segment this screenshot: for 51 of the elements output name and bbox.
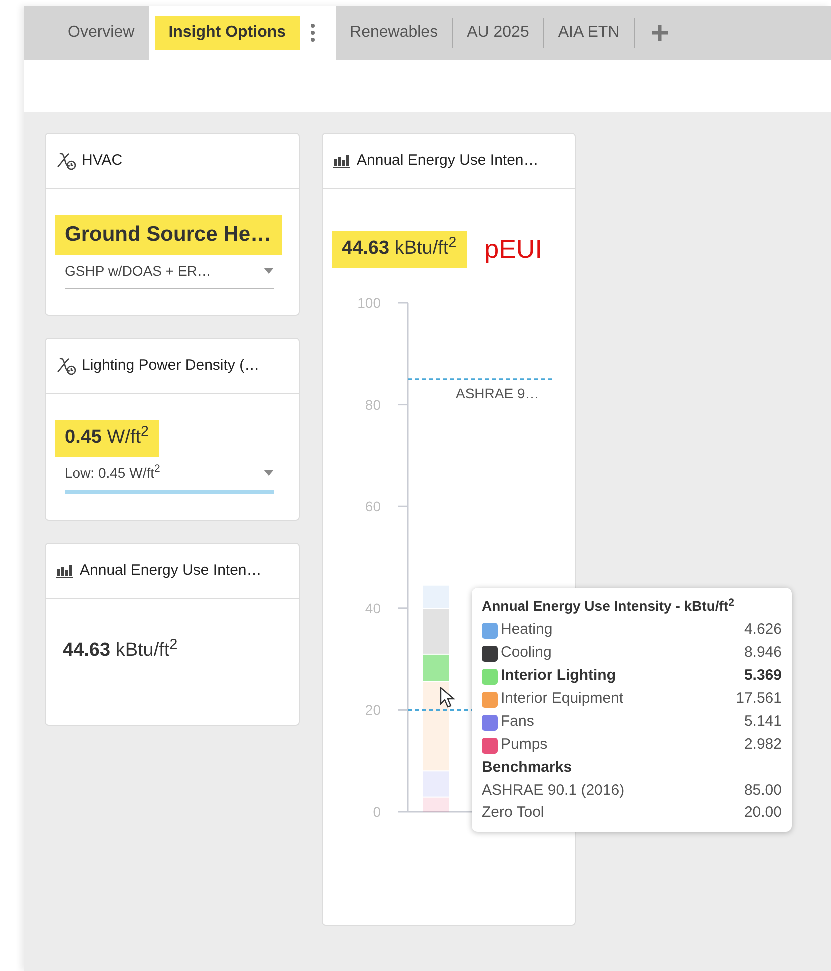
series-label: Heating [501, 620, 553, 640]
series-label: Interior Equipment [501, 689, 624, 710]
tab[interactable]: AIA ETN [544, 16, 634, 50]
tab[interactable]: Insight Options [154, 16, 300, 50]
formula-clock-icon [56, 356, 78, 376]
value-text: 0.45 W/ft$^{2}$ [55, 420, 159, 456]
add-tab-icon[interactable] [650, 24, 669, 42]
axis-tick-label: 20 [365, 702, 381, 718]
series-label: Cooling [501, 643, 552, 664]
axis-tick-label: 0 [373, 804, 381, 820]
card-title: Annual Energy Use Inten… [357, 150, 539, 171]
benchmark-name: Zero Tool [482, 803, 544, 823]
tooltip-title: Annual Energy Use Intensity - kBtu/ft$^{2}$ [482, 596, 736, 616]
axis-tick-label: 40 [365, 600, 381, 616]
axis-tick-label: 60 [365, 498, 381, 515]
tab[interactable]: AU 2025 [453, 16, 544, 50]
dropdown[interactable]: Low: 0.45 W/ft$^{2}$ [65, 462, 274, 494]
value-text: Ground Source He… [55, 215, 282, 254]
annotation-label: pEUI [484, 233, 542, 266]
benchmark-value: 20.00 [744, 803, 782, 823]
value-text: 44.63 kBtu/ft$^{2}$ [62, 636, 179, 663]
more-options-icon[interactable] [310, 23, 316, 43]
series-value: 8.946 [744, 643, 782, 664]
mouse-pointer-icon [440, 687, 456, 709]
caret-icon [264, 268, 274, 274]
axis-tick-label: 100 [358, 295, 381, 311]
series-label: Pumps [501, 735, 548, 756]
dropdown[interactable]: GSHP w/DOAS + ER… [65, 260, 274, 288]
series-value: 17.561 [736, 689, 782, 710]
benchmark-value: 85.00 [744, 781, 782, 801]
card-title: HVAC [82, 150, 123, 171]
tab[interactable]: Overview [54, 16, 149, 50]
series-value: 5.369 [744, 666, 782, 686]
tab[interactable]: Renewables [336, 16, 452, 50]
section-title: Benchmarks [482, 758, 574, 778]
benchmark-name: ASHRAE 90.1 (2016) [482, 781, 625, 801]
series-label: Fans [501, 712, 534, 732]
benchmark-label: ASHRAE 9… [456, 385, 540, 402]
caret-icon [264, 470, 274, 476]
series-label: Interior Lighting [501, 666, 616, 686]
axis-tick-label: 80 [365, 396, 381, 413]
series-value: 2.982 [744, 735, 782, 756]
bar-chart-icon [56, 563, 76, 579]
series-value: 5.141 [744, 712, 782, 732]
card-title: Annual Energy Use Inten… [80, 560, 262, 581]
card-title: Lighting Power Density (… [82, 356, 260, 376]
series-value: 4.626 [744, 620, 782, 640]
bar-segment[interactable] [423, 682, 449, 771]
value-text: 44.63 kBtu/ft$^{2}$ [332, 231, 467, 268]
formula-clock-icon [56, 151, 78, 171]
bar-chart-icon [333, 153, 353, 169]
